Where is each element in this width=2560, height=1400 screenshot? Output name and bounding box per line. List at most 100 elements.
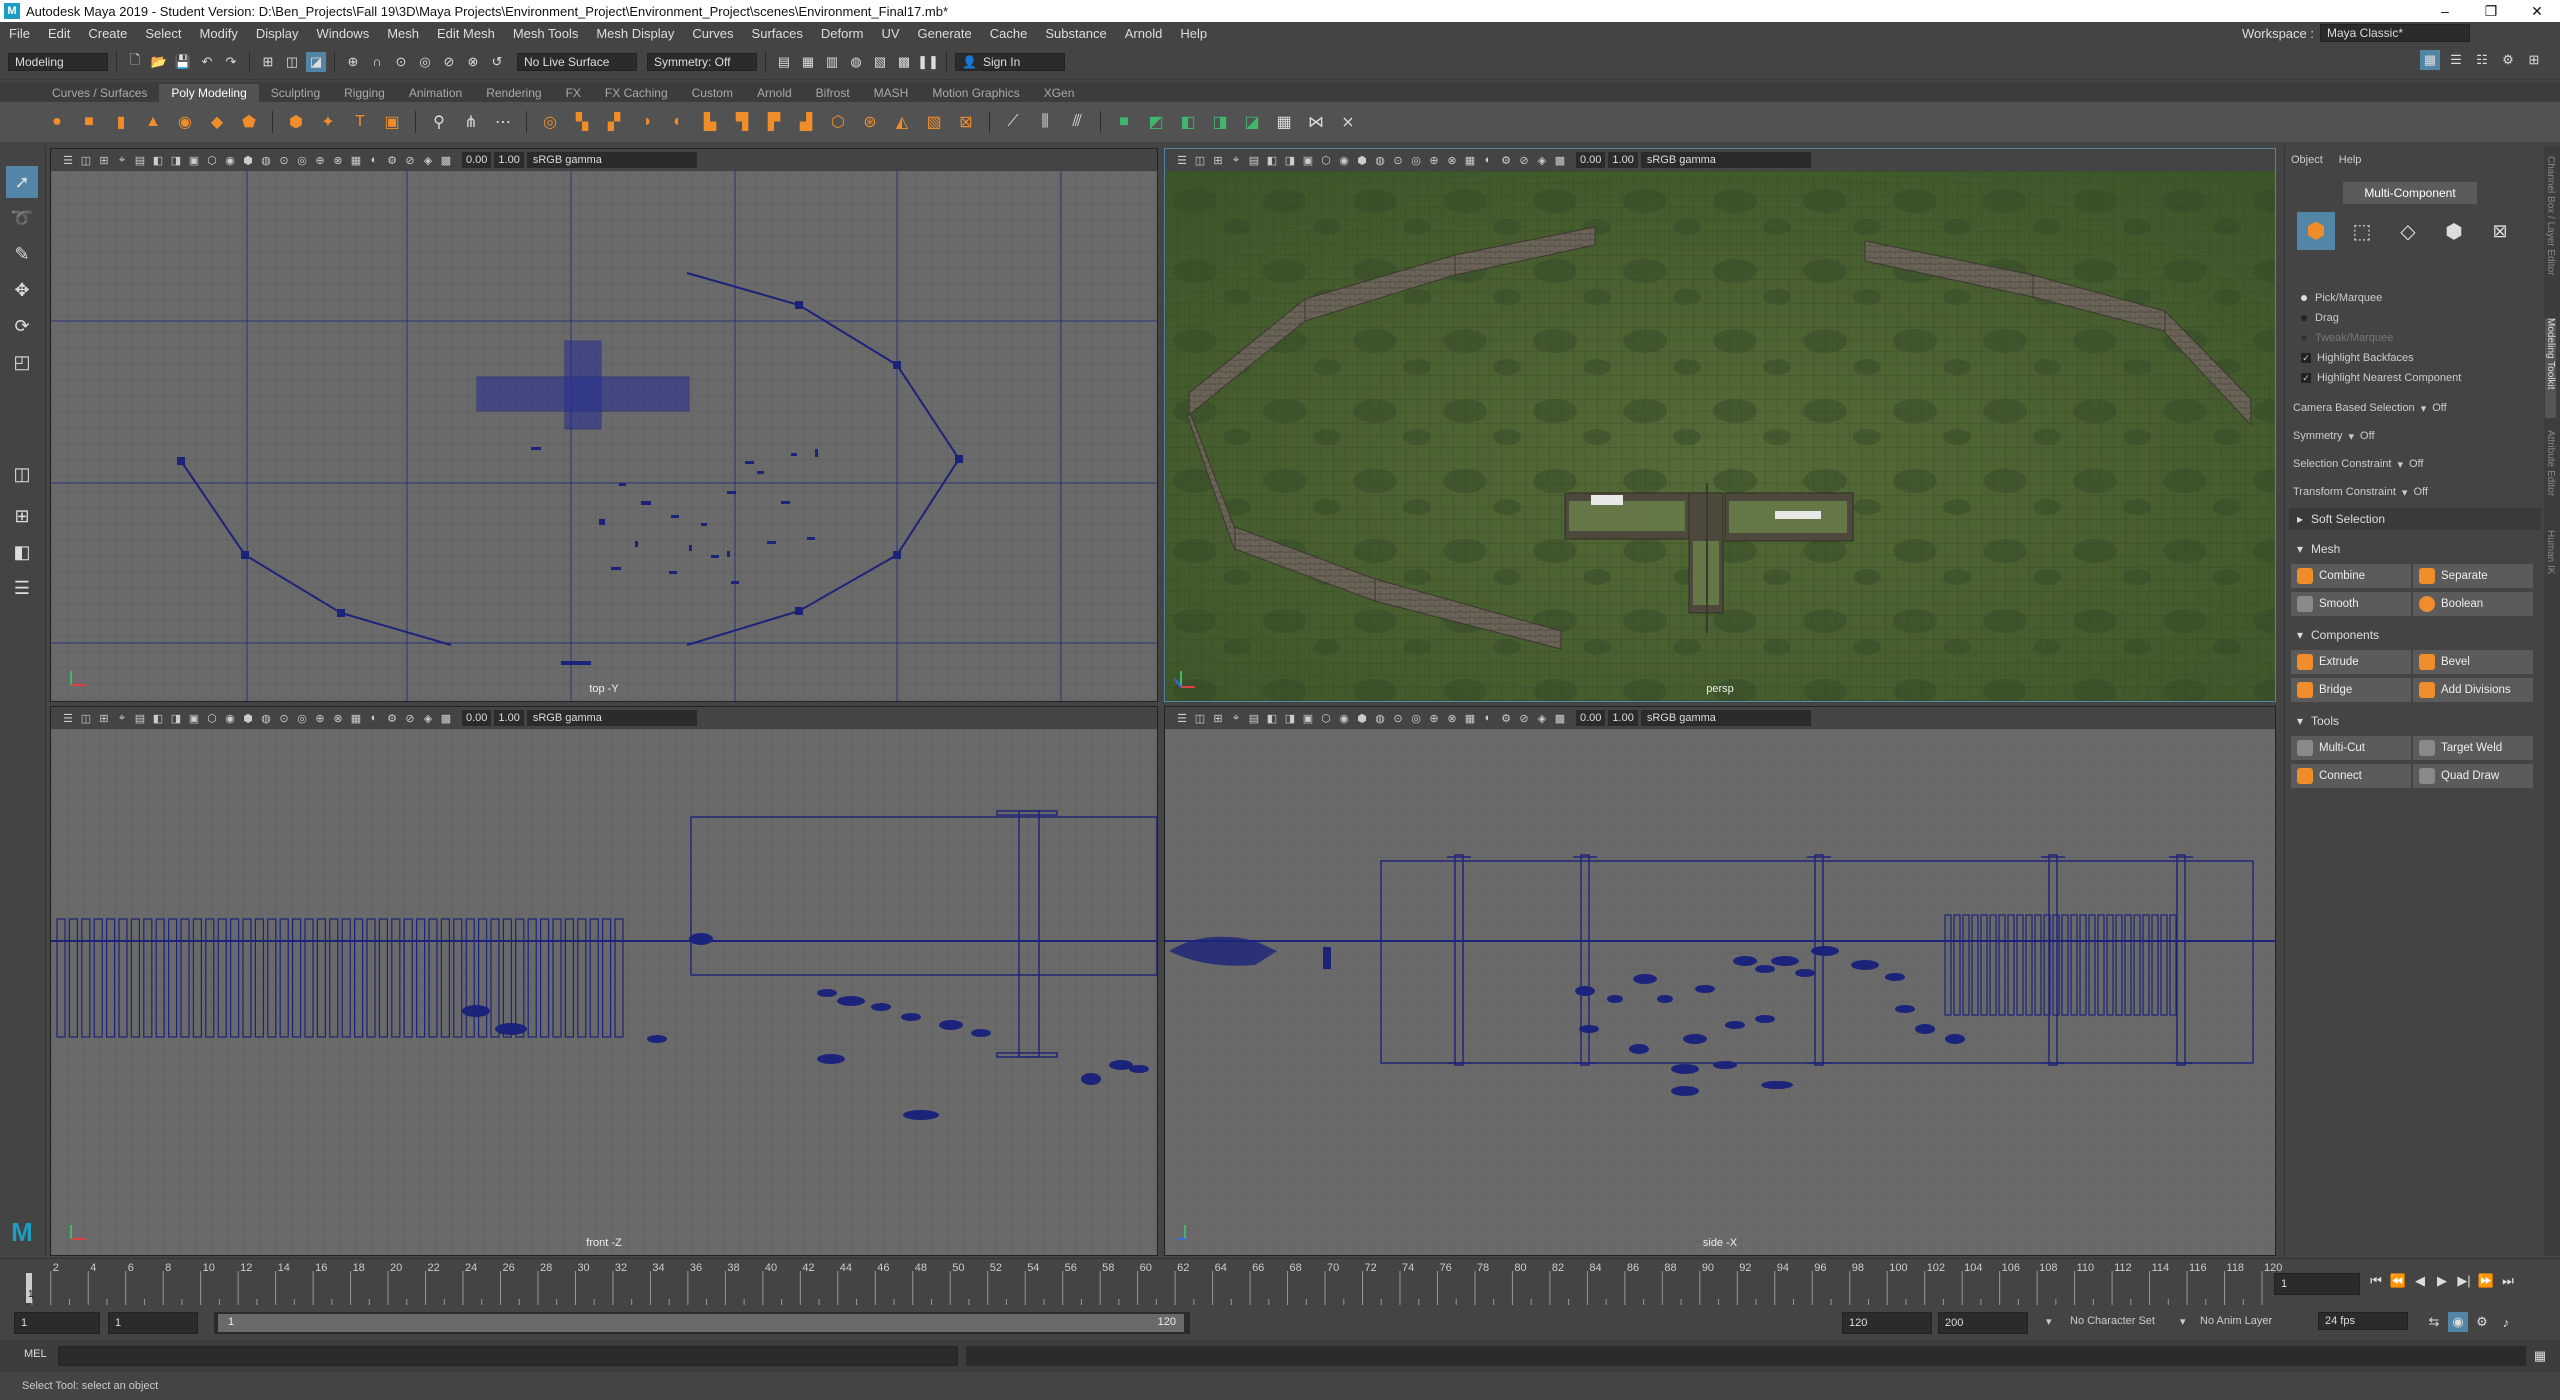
poly-disc-icon[interactable]: ⬟	[236, 109, 262, 135]
viewport-tool-icon[interactable]: ◐	[1479, 712, 1497, 725]
viewport-tool-icon[interactable]: ▩	[437, 712, 455, 725]
command-input[interactable]	[58, 1346, 958, 1366]
chevron-down-icon[interactable]: ▾	[2397, 458, 2403, 471]
lasso-tool-icon[interactable]: ➰	[6, 202, 38, 234]
transform-constraint-value[interactable]: Off	[2413, 486, 2427, 498]
exposure-field[interactable]: 0.00	[1576, 152, 1606, 168]
viewport-tool-icon[interactable]: ▣	[185, 154, 203, 167]
side-tab-modeling-toolkit[interactable]: Modeling Toolkit	[2545, 318, 2556, 418]
snap-view-icon[interactable]: ◎	[415, 52, 435, 72]
paint-select-icon[interactable]: ✎	[6, 238, 38, 270]
side-tab-human-ik[interactable]: Human IK	[2545, 530, 2556, 590]
viewport-tool-icon[interactable]: ⊞	[95, 712, 113, 725]
viewport-tool-icon[interactable]: ◧	[1263, 154, 1281, 167]
object-mode-icon[interactable]: ⬢	[2297, 212, 2335, 250]
viewport-tool-icon[interactable]: ⊘	[401, 154, 419, 167]
gamma-field[interactable]: 1.00	[494, 710, 524, 726]
current-frame-field[interactable]	[2274, 1273, 2360, 1295]
step-back-key-icon[interactable]: ⏪	[2388, 1271, 2408, 1291]
poly-cylinder-icon[interactable]: ▮	[108, 109, 134, 135]
viewport-tool-icon[interactable]: ◧	[149, 712, 167, 725]
menu-display[interactable]: Display	[247, 26, 308, 41]
menu-deform[interactable]: Deform	[812, 26, 873, 41]
select-component-icon[interactable]: ◪	[306, 51, 326, 72]
viewport-icons[interactable]: ☰ ◫ ⊞ ⌖ ▤ ◧ ◨ ▣ ⬡ ◉ ⬢ ◍ ⊙ ◎ ⊕ ⊗ ▦ ◐ ⚙ ⊘ ◈ ▩	[59, 154, 455, 167]
shelf-tab-motion-graphics[interactable]: Motion Graphics	[920, 84, 1031, 102]
viewport-icons[interactable]: ☰ ◫ ⊞ ⌖ ▤ ◧ ◨ ▣ ⬡ ◉ ⬢ ◍ ⊙ ◎ ⊕ ⊗ ▦ ◐ ⚙ ⊘ ◈ ▩	[59, 712, 455, 725]
viewport-tool-icon[interactable]: ⊕	[1425, 712, 1443, 725]
menu-uv[interactable]: UV	[872, 26, 908, 41]
viewport-tool-icon[interactable]: ☰	[1173, 154, 1191, 167]
play-forward-icon[interactable]: ▶	[2432, 1271, 2452, 1291]
smooth-icon[interactable]: ◐	[665, 109, 691, 135]
viewport-tool-icon[interactable]: ⌖	[1227, 154, 1245, 167]
fill-hole-icon[interactable]: ▜	[729, 109, 755, 135]
viewport-tool-icon[interactable]: ⚙	[1497, 712, 1515, 725]
append-icon[interactable]: ◨	[1207, 109, 1233, 135]
audio-icon[interactable]: ♪	[2496, 1312, 2516, 1332]
viewport-tool-icon[interactable]: ◎	[293, 712, 311, 725]
outliner-icon[interactable]: ☰	[6, 572, 38, 604]
mirror-icon[interactable]: ⋔	[458, 109, 484, 135]
menu-object[interactable]: Object	[2291, 154, 2323, 166]
viewport-tool-icon[interactable]: ▤	[1245, 712, 1263, 725]
viewport-tool-icon[interactable]: ⊙	[275, 712, 293, 725]
end-time-field[interactable]	[1938, 1312, 2028, 1334]
side-tab-channel-box[interactable]: Channel Box / Layer Editor	[2545, 156, 2556, 306]
viewport-canvas[interactable]: side -X	[1165, 729, 2275, 1255]
poly-cube-icon[interactable]: ■	[76, 109, 102, 135]
viewport-tool-icon[interactable]: ⊘	[401, 712, 419, 725]
multi-component-button[interactable]: Multi-Component	[2343, 182, 2477, 204]
shelf-tab-curves-surfaces[interactable]: Curves / Surfaces	[40, 84, 159, 102]
sign-in-dropdown[interactable]: 👤 Sign In	[955, 52, 1065, 71]
menu-mesh[interactable]: Mesh	[378, 26, 428, 41]
viewport-tool-icon[interactable]: ◉	[1335, 154, 1353, 167]
layout-icon[interactable]: ▦	[2420, 50, 2440, 70]
viewport-canvas[interactable]: top -Y	[51, 171, 1157, 701]
viewport-tool-icon[interactable]: ◐	[1479, 154, 1497, 167]
poly-sphere-icon[interactable]: ●	[44, 109, 70, 135]
viewport-tool-icon[interactable]: ⬢	[239, 712, 257, 725]
menu-edit-mesh[interactable]: Edit Mesh	[428, 26, 504, 41]
maximize-button[interactable]: ❐	[2468, 0, 2514, 22]
exposure-field[interactable]: 0.00	[462, 710, 492, 726]
viewport-tool-icon[interactable]: ◉	[1335, 712, 1353, 725]
menu-mesh-tools[interactable]: Mesh Tools	[504, 26, 588, 41]
render-settings-icon[interactable]: ▥	[822, 52, 842, 72]
viewport-tool-icon[interactable]: ◧	[1263, 712, 1281, 725]
extrude-button[interactable]: Extrude	[2291, 650, 2411, 674]
viewport-tool-icon[interactable]: ◫	[77, 154, 95, 167]
select-object-icon[interactable]: ◫	[282, 52, 302, 72]
anim-prefs-icon[interactable]: ⚙	[2472, 1312, 2492, 1332]
retopo-icon[interactable]: ⬡	[825, 109, 851, 135]
cleanup-icon[interactable]: ⊛	[857, 109, 883, 135]
measure-icon[interactable]: ⋯	[490, 109, 516, 135]
checkbox-nearest[interactable]: ✓	[2301, 373, 2311, 383]
menu-cache[interactable]: Cache	[981, 26, 1037, 41]
fps-dropdown[interactable]: 24 fps	[2318, 1312, 2408, 1330]
menu-file[interactable]: File	[0, 26, 39, 41]
viewport-icons[interactable]: ☰ ◫ ⊞ ⌖ ▤ ◧ ◨ ▣ ⬡ ◉ ⬢ ◍ ⊙ ◎ ⊕ ⊗ ▦ ◐ ⚙ ⊘ ◈ ▩	[1173, 154, 1569, 167]
viewport-tool-icon[interactable]: ◍	[257, 154, 275, 167]
menu-help-mtk[interactable]: Help	[2339, 154, 2362, 166]
command-language[interactable]: MEL	[24, 1348, 47, 1360]
render-frame-icon[interactable]: ▤	[774, 52, 794, 72]
poly-cone-icon[interactable]: ▲	[140, 109, 166, 135]
ipr-render-icon[interactable]: ▦	[798, 52, 818, 72]
snap-point-icon[interactable]: ⊙	[391, 52, 411, 72]
mirror-geo-icon[interactable]: ⊠	[953, 109, 979, 135]
viewport-tool-icon[interactable]: ⚙	[383, 154, 401, 167]
svg-icon[interactable]: ▣	[379, 109, 405, 135]
shelf-tab-rendering[interactable]: Rendering	[474, 84, 553, 102]
viewport-tool-icon[interactable]: ⊙	[1389, 712, 1407, 725]
edge-mode-icon[interactable]: ◇	[2389, 212, 2427, 250]
menu-edit[interactable]: Edit	[39, 26, 79, 41]
menu-surfaces[interactable]: Surfaces	[743, 26, 812, 41]
viewport-canvas[interactable]: front -Z	[51, 729, 1157, 1255]
save-scene-icon[interactable]: 💾	[173, 52, 193, 72]
viewport-tool-icon[interactable]: ◨	[167, 154, 185, 167]
extrude-icon[interactable]: ■	[1111, 109, 1137, 135]
viewport-tool-icon[interactable]: ◐	[365, 154, 383, 167]
viewport-tool-icon[interactable]: ◈	[1533, 154, 1551, 167]
viewport-tool-icon[interactable]: ▩	[437, 154, 455, 167]
